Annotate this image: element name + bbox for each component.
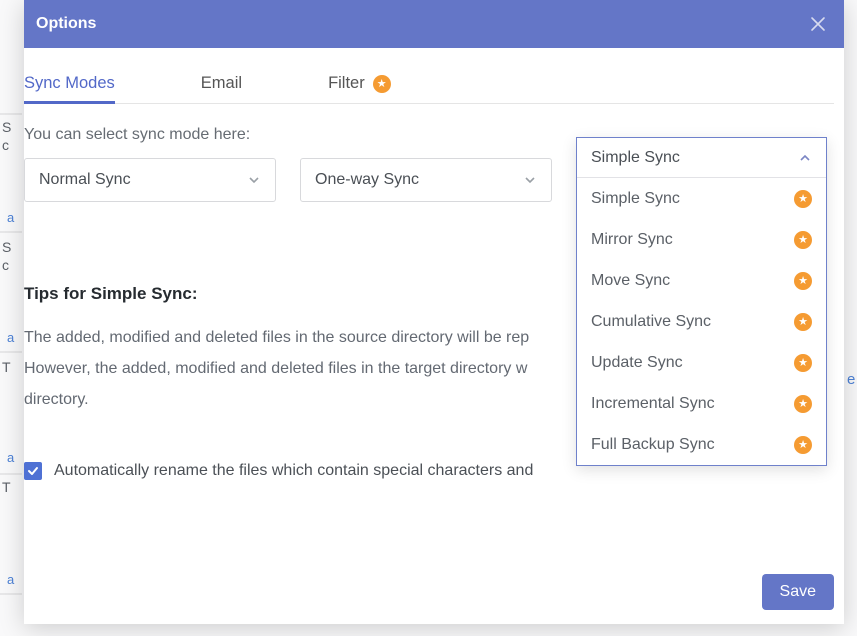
svg-text:a: a	[7, 572, 15, 587]
tab-label: Filter	[328, 74, 365, 93]
select-value: One-way Sync	[315, 171, 419, 189]
svg-text:c: c	[2, 257, 9, 273]
options-dialog: Options Sync Modes Email Filter ★ You ca…	[24, 0, 844, 624]
option-label: Simple Sync	[591, 190, 680, 208]
checkbox-checked-icon[interactable]	[24, 462, 42, 480]
chevron-down-icon	[247, 173, 261, 187]
tab-label: Sync Modes	[24, 74, 115, 93]
tips-line: However, the added, modified and deleted…	[24, 360, 527, 377]
svg-text:S: S	[2, 239, 11, 255]
direction-select[interactable]: One-way Sync	[300, 158, 552, 202]
algorithm-option[interactable]: Cumulative Sync ★	[577, 301, 826, 342]
svg-text:a: a	[7, 330, 15, 345]
dialog-header: Options	[24, 0, 844, 48]
svg-text:T: T	[2, 479, 11, 495]
svg-text:c: c	[2, 137, 9, 153]
tabs: Sync Modes Email Filter ★	[24, 66, 834, 104]
option-label: Incremental Sync	[591, 395, 715, 413]
close-icon[interactable]	[804, 10, 832, 38]
dialog-footer: Save	[762, 574, 834, 610]
option-label: Update Sync	[591, 354, 683, 372]
tab-label: Email	[201, 74, 242, 93]
algorithm-option[interactable]: Incremental Sync ★	[577, 383, 826, 424]
algorithm-option[interactable]: Update Sync ★	[577, 342, 826, 383]
tab-filter[interactable]: Filter ★	[328, 66, 391, 103]
chevron-down-icon	[523, 173, 537, 187]
star-icon: ★	[794, 272, 812, 290]
select-value: Simple Sync	[591, 149, 680, 167]
svg-text:a: a	[7, 210, 15, 225]
algorithm-option[interactable]: Mirror Sync ★	[577, 219, 826, 260]
option-label: Move Sync	[591, 272, 670, 290]
tab-sync-modes[interactable]: Sync Modes	[24, 66, 115, 103]
svg-text:S: S	[2, 119, 11, 135]
algorithm-select-open[interactable]: Simple Sync	[577, 138, 826, 178]
dialog-title: Options	[36, 15, 96, 33]
svg-text:T: T	[2, 359, 11, 375]
option-label: Mirror Sync	[591, 231, 673, 249]
star-icon: ★	[794, 313, 812, 331]
tips-line: directory.	[24, 391, 89, 408]
save-button[interactable]: Save	[762, 574, 834, 610]
tab-email[interactable]: Email	[201, 66, 242, 103]
checkbox-label: Automatically rename the files which con…	[54, 462, 533, 480]
star-icon: ★	[794, 354, 812, 372]
star-icon: ★	[794, 231, 812, 249]
option-label: Cumulative Sync	[591, 313, 711, 331]
chevron-up-icon	[798, 151, 812, 165]
star-icon: ★	[794, 436, 812, 454]
svg-text:a: a	[7, 450, 15, 465]
star-icon: ★	[794, 395, 812, 413]
select-value: Normal Sync	[39, 171, 131, 189]
option-label: Full Backup Sync	[591, 436, 715, 454]
algorithm-dropdown: Simple Sync Simple Sync ★ Mirror Sync ★ …	[576, 137, 827, 466]
algorithm-option[interactable]: Simple Sync ★	[577, 178, 826, 219]
svg-text:e: e	[847, 371, 855, 388]
star-icon: ★	[373, 75, 391, 93]
star-icon: ★	[794, 190, 812, 208]
tips-line: The added, modified and deleted files in…	[24, 329, 529, 346]
algorithm-option[interactable]: Full Backup Sync ★	[577, 424, 826, 465]
algorithm-option[interactable]: Move Sync ★	[577, 260, 826, 301]
mode-group-select[interactable]: Normal Sync	[24, 158, 276, 202]
